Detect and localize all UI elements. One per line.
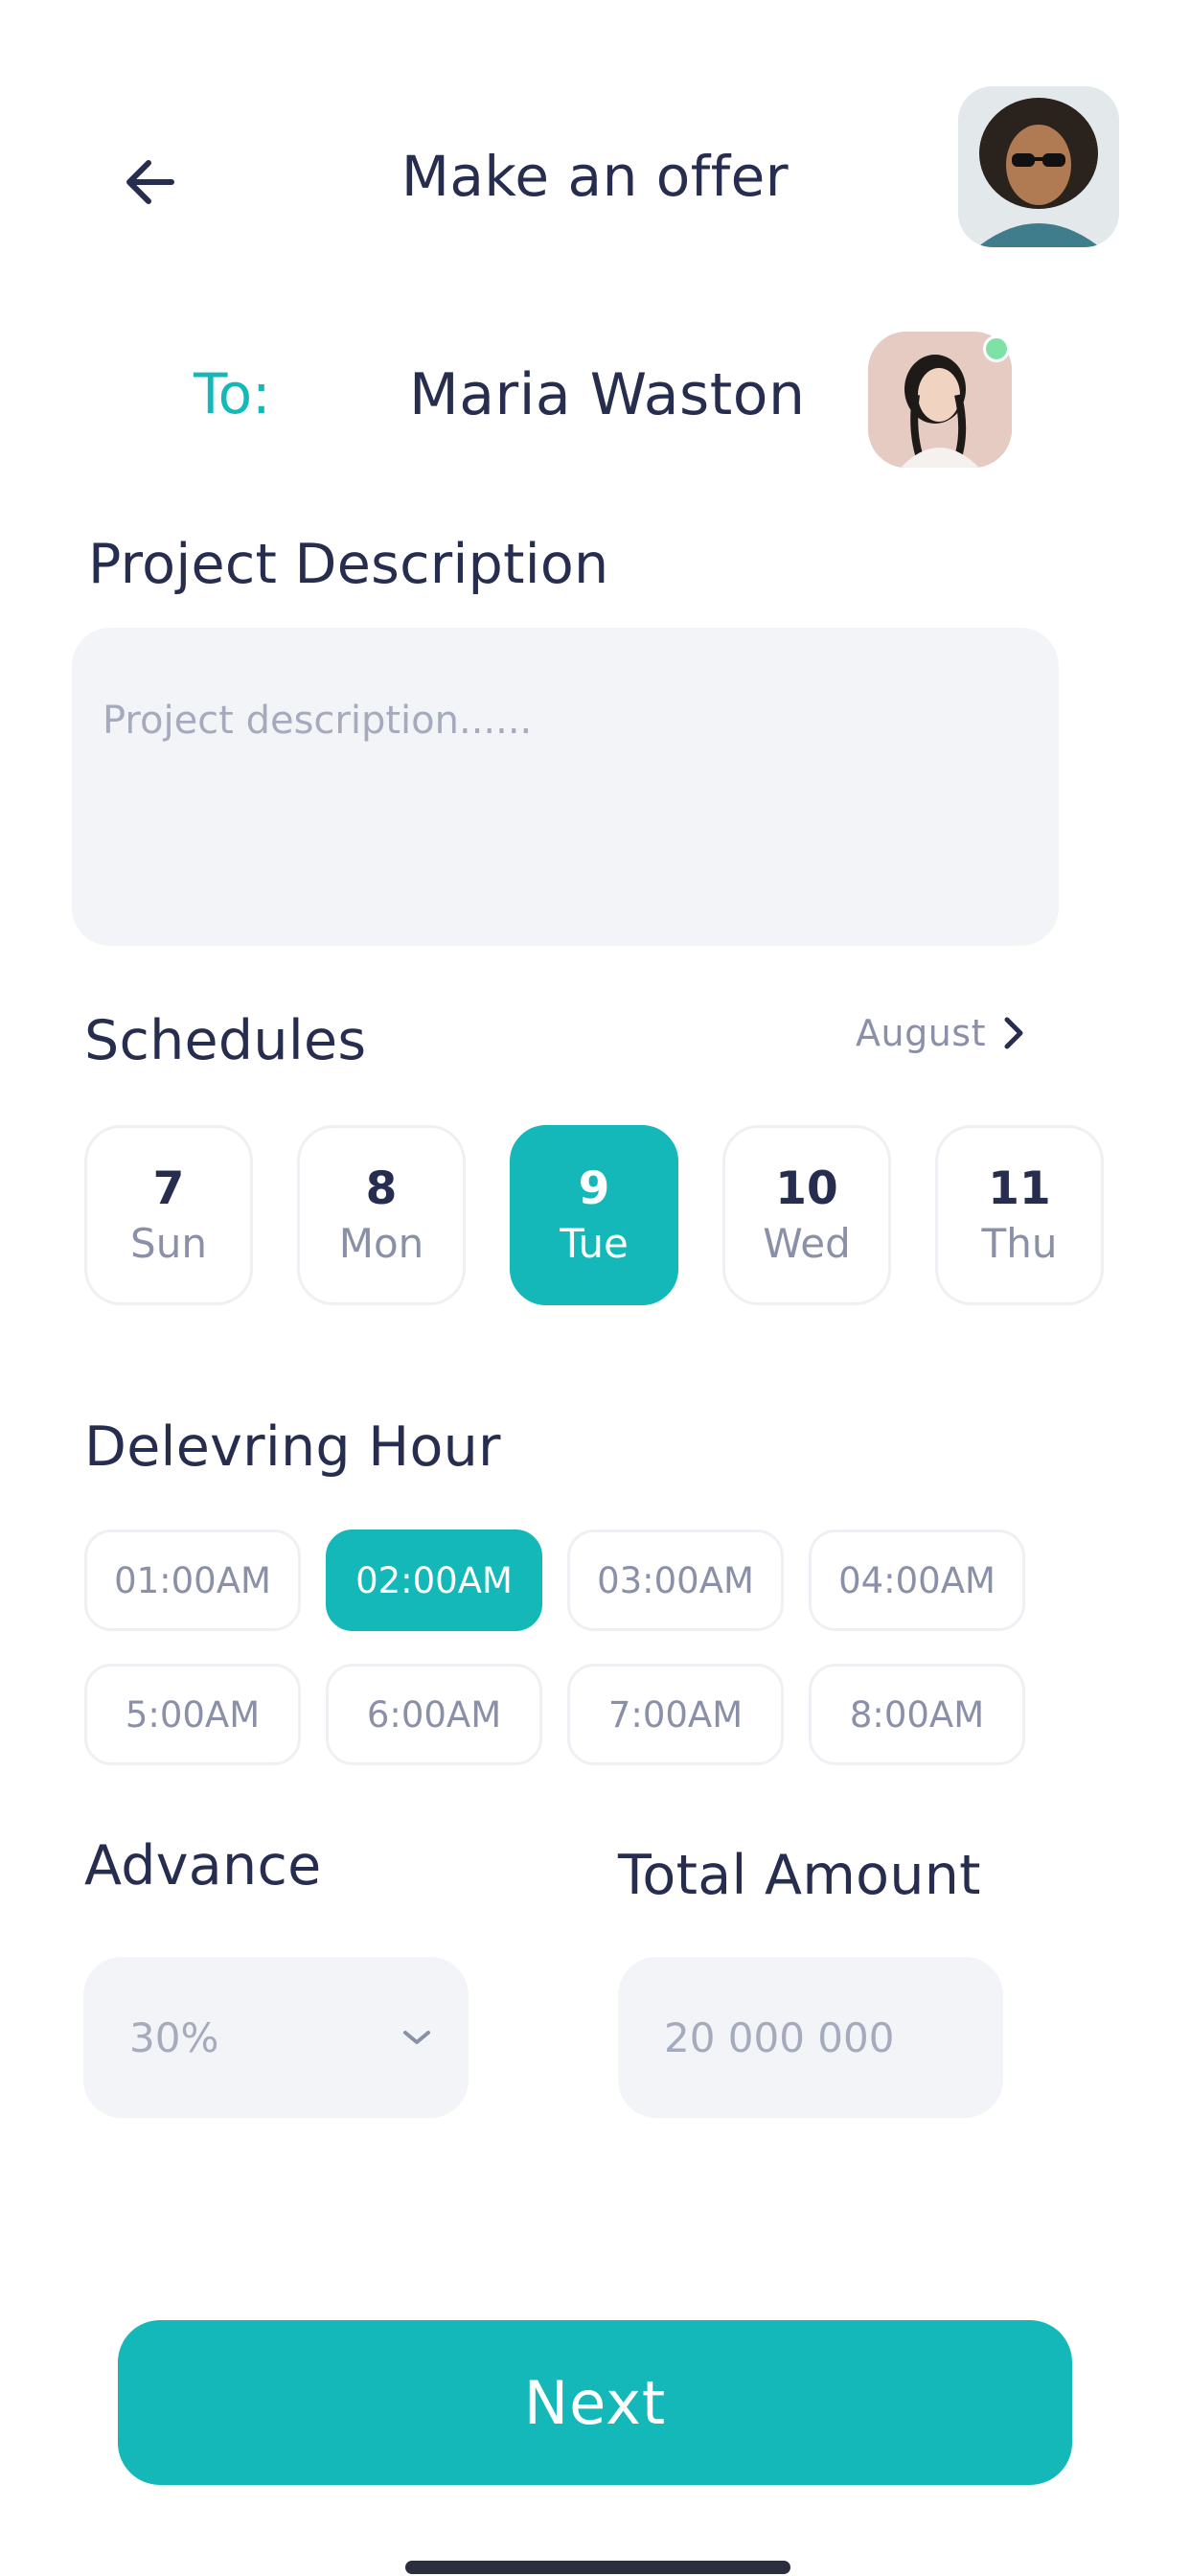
hour-chip[interactable]: 7:00AM	[567, 1664, 784, 1765]
total-amount-field	[618, 1957, 1003, 2118]
day-name: Thu	[981, 1220, 1058, 1267]
day-card[interactable]: 8 Mon	[297, 1125, 466, 1305]
chevron-down-icon	[403, 2031, 430, 2044]
day-card[interactable]: 7 Sun	[84, 1125, 253, 1305]
day-number: 11	[988, 1162, 1051, 1215]
month-selector[interactable]: August	[856, 1012, 1024, 1054]
project-description-input[interactable]	[103, 699, 1028, 875]
total-amount-input[interactable]	[664, 2013, 957, 2061]
day-number: 9	[578, 1162, 610, 1215]
advance-heading: Advance	[84, 1834, 322, 1898]
day-card[interactable]: 10 Wed	[722, 1125, 891, 1305]
month-label: August	[856, 1012, 986, 1054]
next-button[interactable]: Next	[118, 2320, 1072, 2485]
hour-chip[interactable]: 04:00AM	[809, 1530, 1025, 1631]
day-name: Sun	[130, 1220, 207, 1267]
hour-chip[interactable]: 03:00AM	[567, 1530, 784, 1631]
home-indicator	[405, 2561, 790, 2574]
day-name: Tue	[560, 1220, 629, 1267]
day-number: 7	[152, 1162, 185, 1215]
user-avatar[interactable]	[958, 86, 1119, 247]
day-card-selected[interactable]: 9 Tue	[510, 1125, 678, 1305]
hour-chip[interactable]: 01:00AM	[84, 1530, 301, 1631]
hour-chip[interactable]: 6:00AM	[326, 1664, 542, 1765]
day-card[interactable]: 11 Thu	[935, 1125, 1104, 1305]
total-amount-heading: Total Amount	[618, 1844, 981, 1907]
day-name: Mon	[338, 1220, 424, 1267]
advance-dropdown[interactable]: 30%	[83, 1957, 469, 2118]
project-description-heading: Project Description	[88, 533, 609, 596]
hour-chip[interactable]: 8:00AM	[809, 1664, 1025, 1765]
schedules-heading: Schedules	[84, 1009, 367, 1072]
chevron-right-icon	[1004, 1017, 1023, 1049]
delivering-hour-heading: Delevring Hour	[84, 1415, 501, 1479]
hour-chip-selected[interactable]: 02:00AM	[326, 1530, 542, 1631]
day-number: 10	[775, 1162, 838, 1215]
day-selector: 7 Sun 8 Mon 9 Tue 10 Wed 11 Thu	[84, 1125, 1104, 1305]
to-label: To:	[194, 361, 271, 426]
online-status-indicator	[983, 335, 1010, 362]
day-name: Wed	[763, 1220, 851, 1267]
recipient-name: Maria Waston	[409, 361, 806, 428]
advance-value: 30%	[129, 2013, 219, 2061]
day-number: 8	[365, 1162, 398, 1215]
hour-chip[interactable]: 5:00AM	[84, 1664, 301, 1765]
project-description-box	[72, 628, 1059, 946]
hour-selector: 01:00AM 02:00AM 03:00AM 04:00AM 5:00AM 6…	[84, 1530, 1025, 1765]
